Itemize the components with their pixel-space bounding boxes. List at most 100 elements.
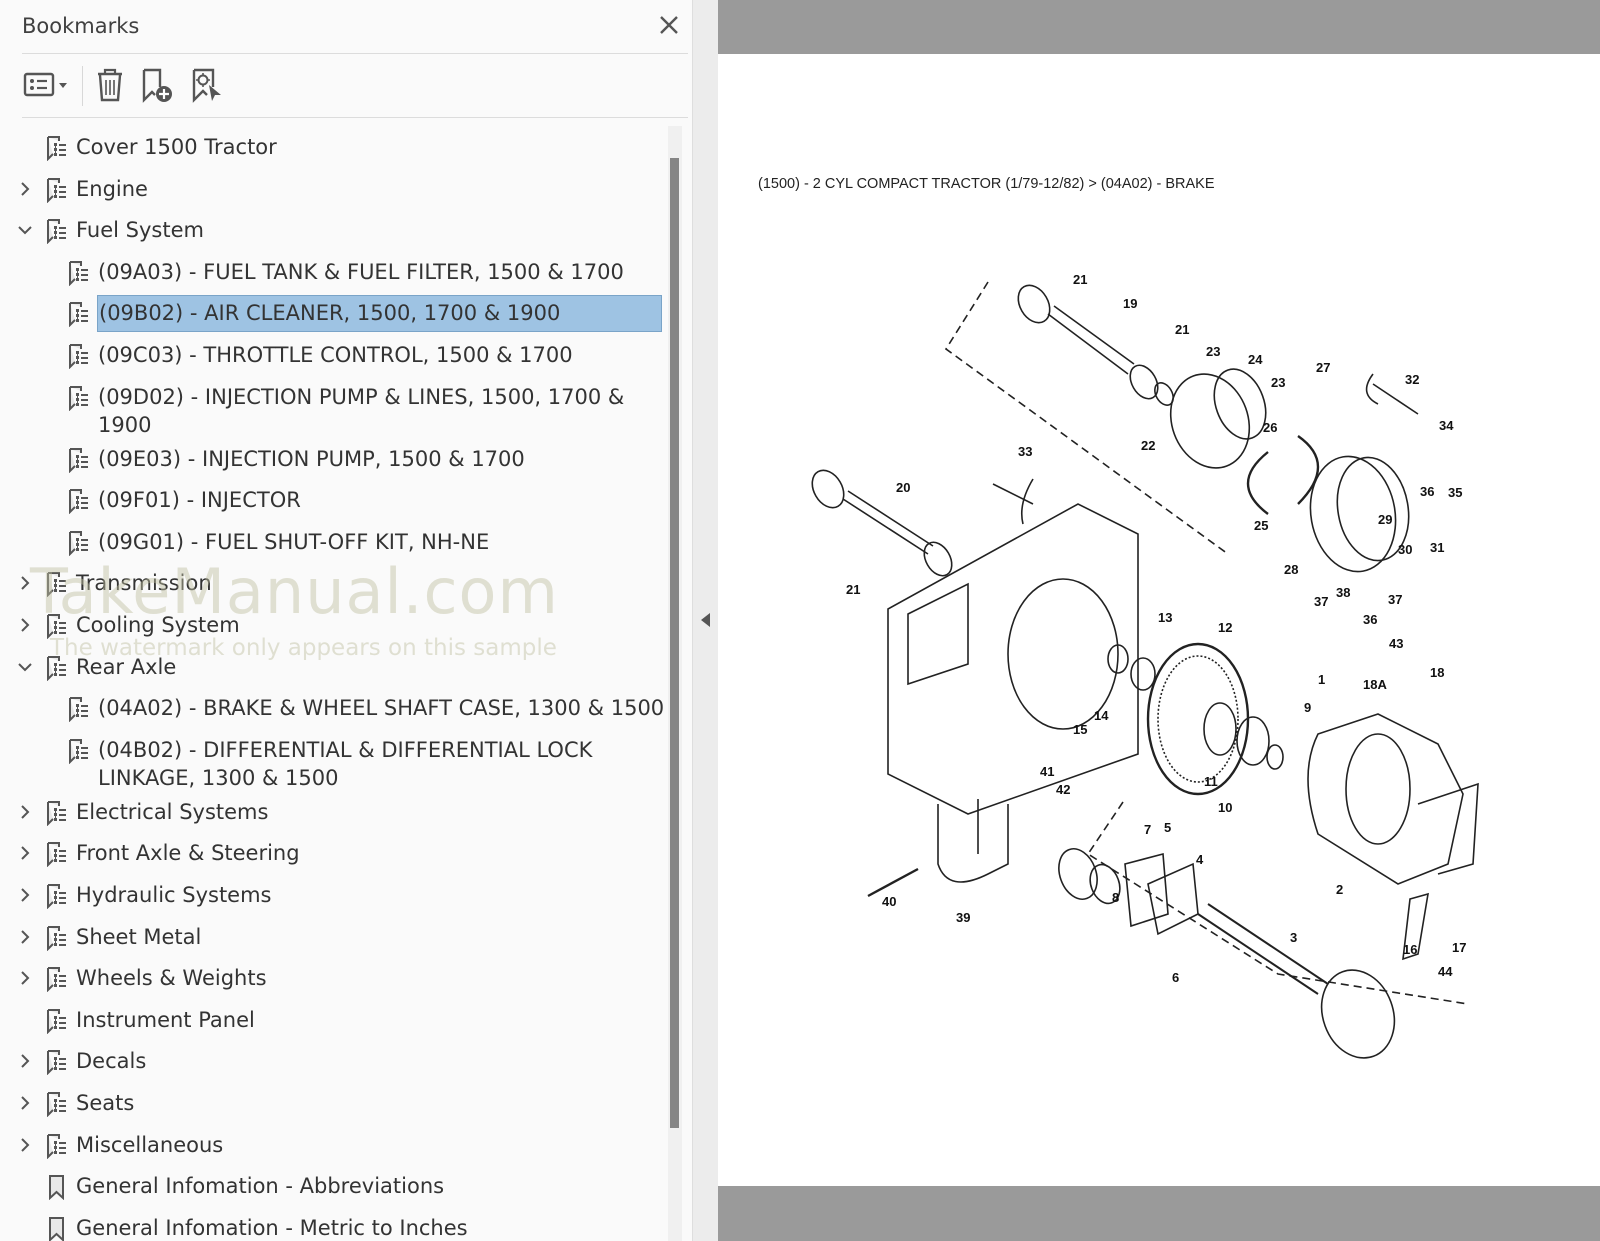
bookmark-item[interactable]: Cover 1500 Tractor xyxy=(0,126,676,168)
close-panel-button[interactable] xyxy=(654,10,684,40)
chevron-right-icon[interactable] xyxy=(15,927,35,947)
bookmark-tree-icon xyxy=(45,1049,69,1076)
bookmark-label[interactable]: Hydraulic Systems xyxy=(76,881,272,909)
chevron-right-icon[interactable] xyxy=(15,1051,35,1071)
bookmark-item[interactable]: Front Axle & Steering xyxy=(0,832,676,874)
chevron-down-icon xyxy=(59,83,67,88)
bookmark-label[interactable]: (09F01) - INJECTOR xyxy=(98,486,301,514)
panel-title: Bookmarks xyxy=(22,14,140,38)
bookmark-item[interactable]: Fuel System xyxy=(0,209,676,251)
part-callout: 16 xyxy=(1403,942,1417,957)
bookmark-item[interactable]: Wheels & Weights xyxy=(0,957,676,999)
bookmark-tree-icon xyxy=(67,343,91,370)
bookmark-item[interactable]: (09B02) - AIR CLEANER, 1500, 1700 & 1900 xyxy=(0,292,676,334)
part-callout: 43 xyxy=(1389,636,1403,651)
chevron-down-icon[interactable] xyxy=(15,657,35,677)
bookmarks-scrollbar[interactable] xyxy=(668,126,682,1241)
bookmark-label[interactable]: (09G01) - FUEL SHUT-OFF KIT, NH-NE xyxy=(98,528,489,556)
bookmark-tree-icon xyxy=(67,385,91,412)
panel-header: Bookmarks xyxy=(22,0,688,54)
find-current-bookmark-button[interactable] xyxy=(188,66,226,104)
bookmark-item[interactable]: (09F01) - INJECTOR xyxy=(0,479,676,521)
bookmark-label[interactable]: Transmission xyxy=(76,569,212,597)
bookmark-label[interactable]: (09D02) - INJECTION PUMP & LINES, 1500, … xyxy=(98,383,658,439)
document-view[interactable]: (1500) - 2 CYL COMPACT TRACTOR (1/79-12/… xyxy=(718,0,1600,1241)
scrollbar-thumb[interactable] xyxy=(670,158,679,1128)
bookmark-label[interactable]: Miscellaneous xyxy=(76,1131,223,1159)
bookmark-label[interactable]: (04B02) - DIFFERENTIAL & DIFFERENTIAL LO… xyxy=(98,736,658,792)
bookmark-label[interactable]: Seats xyxy=(76,1089,134,1117)
chevron-right-icon[interactable] xyxy=(15,968,35,988)
bookmark-label[interactable]: (09E03) - INJECTION PUMP, 1500 & 1700 xyxy=(98,445,525,473)
bookmark-label[interactable]: Cooling System xyxy=(76,611,240,639)
part-callout: 32 xyxy=(1405,372,1419,387)
bookmark-label[interactable]: Rear Axle xyxy=(76,653,176,681)
page-caption: (1500) - 2 CYL COMPACT TRACTOR (1/79-12/… xyxy=(758,176,1215,192)
bookmark-item[interactable]: Cooling System xyxy=(0,604,676,646)
bookmark-label[interactable]: (09C03) - THROTTLE CONTROL, 1500 & 1700 xyxy=(98,341,573,369)
bookmark-item[interactable]: (04B02) - DIFFERENTIAL & DIFFERENTIAL LO… xyxy=(0,729,676,799)
chevron-right-icon[interactable] xyxy=(15,802,35,822)
chevron-down-icon[interactable] xyxy=(15,220,35,240)
bookmark-item[interactable]: (04A02) - BRAKE & WHEEL SHAFT CASE, 1300… xyxy=(0,687,676,729)
bookmark-item[interactable]: Miscellaneous xyxy=(0,1124,676,1166)
bookmark-tree-icon xyxy=(45,613,69,640)
bookmark-item[interactable]: (09D02) - INJECTION PUMP & LINES, 1500, … xyxy=(0,376,676,446)
bookmark-item[interactable]: Rear Axle xyxy=(0,646,676,688)
part-callout: 4 xyxy=(1196,852,1204,867)
part-callout: 36 xyxy=(1420,484,1434,499)
part-callout: 19 xyxy=(1123,296,1137,311)
bookmark-label[interactable]: Wheels & Weights xyxy=(76,964,267,992)
bookmark-item[interactable]: Engine xyxy=(0,168,676,210)
lever-shape xyxy=(992,478,1034,525)
options-menu-button[interactable] xyxy=(22,66,72,104)
axle-housing-shape xyxy=(1307,713,1464,885)
add-bookmark-button[interactable] xyxy=(138,66,176,104)
part-callout: 23 xyxy=(1206,344,1220,359)
bookmark-label[interactable]: Cover 1500 Tractor xyxy=(76,133,277,161)
chevron-right-icon[interactable] xyxy=(15,573,35,593)
collapse-panel-arrow-icon[interactable] xyxy=(701,613,710,627)
bookmark-item[interactable]: (09G01) - FUEL SHUT-OFF KIT, NH-NE xyxy=(0,521,676,563)
bookmark-item[interactable]: Electrical Systems xyxy=(0,791,676,833)
bookmark-label[interactable]: (04A02) - BRAKE & WHEEL SHAFT CASE, 1300… xyxy=(98,694,664,722)
bookmark-item[interactable]: (09A03) - FUEL TANK & FUEL FILTER, 1500 … xyxy=(0,251,676,293)
chevron-right-icon[interactable] xyxy=(15,885,35,905)
bookmark-label[interactable]: (09A03) - FUEL TANK & FUEL FILTER, 1500 … xyxy=(98,258,624,286)
bookmark-label[interactable]: Front Axle & Steering xyxy=(76,839,300,867)
panel-splitter[interactable] xyxy=(692,0,718,1241)
chevron-right-icon[interactable] xyxy=(15,1135,35,1155)
bookmark-item[interactable]: General Infomation - Metric to Inches xyxy=(0,1207,676,1241)
bookmark-item[interactable]: (09E03) - INJECTION PUMP, 1500 & 1700 xyxy=(0,438,676,480)
bookmark-label[interactable]: Decals xyxy=(76,1047,146,1075)
bookmark-item[interactable]: Decals xyxy=(0,1040,676,1082)
chevron-right-icon[interactable] xyxy=(15,615,35,635)
pdf-viewer: Bookmarks Cover 1500 Tractor Engine Fuel… xyxy=(0,0,1600,1241)
part-callout: 37 xyxy=(1314,594,1328,609)
bookmark-item[interactable]: Transmission xyxy=(0,562,676,604)
bookmark-label[interactable]: Electrical Systems xyxy=(76,798,268,826)
bookmark-label[interactable]: Instrument Panel xyxy=(76,1006,255,1034)
bookmark-label[interactable]: Engine xyxy=(76,175,148,203)
chevron-right-icon[interactable] xyxy=(15,843,35,863)
bookmark-label[interactable]: General Infomation - Abbreviations xyxy=(76,1172,444,1200)
bookmark-item[interactable]: Hydraulic Systems xyxy=(0,874,676,916)
list-options-icon xyxy=(23,72,67,97)
brake-shoe-shape xyxy=(1246,435,1320,515)
bookmark-item[interactable]: Seats xyxy=(0,1082,676,1124)
bookmark-label[interactable]: Sheet Metal xyxy=(76,923,201,951)
bookmark-label[interactable]: (09B02) - AIR CLEANER, 1500, 1700 & 1900 xyxy=(97,295,662,333)
bookmark-item[interactable]: Instrument Panel xyxy=(0,999,676,1041)
chevron-right-icon[interactable] xyxy=(15,179,35,199)
part-callout: 35 xyxy=(1448,485,1462,500)
delete-bookmark-button[interactable] xyxy=(92,66,128,104)
bookmark-item[interactable]: (09C03) - THROTTLE CONTROL, 1500 & 1700 xyxy=(0,334,676,376)
bookmark-item[interactable]: General Infomation - Abbreviations xyxy=(0,1165,676,1207)
part-callout: 12 xyxy=(1218,620,1232,635)
bookmark-label[interactable]: Fuel System xyxy=(76,216,204,244)
bookmark-label[interactable]: General Infomation - Metric to Inches xyxy=(76,1214,468,1241)
bookmark-tree-icon xyxy=(45,1091,69,1118)
bolt-shape xyxy=(867,867,919,898)
bookmark-item[interactable]: Sheet Metal xyxy=(0,916,676,958)
chevron-right-icon[interactable] xyxy=(15,1093,35,1113)
